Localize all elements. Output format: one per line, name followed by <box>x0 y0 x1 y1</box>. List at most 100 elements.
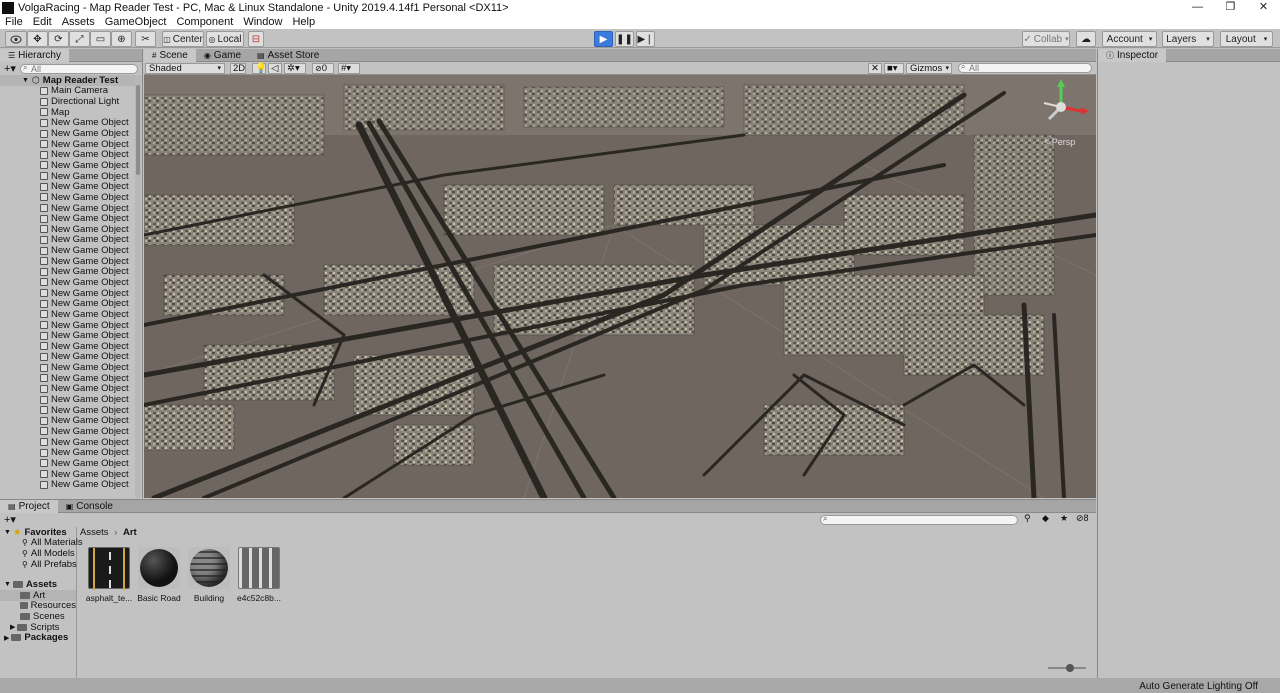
hierarchy-item[interactable]: New Game Object <box>0 351 135 362</box>
hierarchy-item[interactable]: New Game Object <box>0 234 135 245</box>
hierarchy-item[interactable]: New Game Object <box>0 373 135 384</box>
menu-gameobject[interactable]: GameObject <box>100 16 172 28</box>
folder-item[interactable]: Resources <box>0 600 76 611</box>
pivot-local-toggle[interactable]: ◎ Local <box>206 31 244 47</box>
tab-scene[interactable]: # Scene <box>144 48 196 62</box>
audio-toggle-icon[interactable]: ◁ <box>268 63 282 74</box>
hierarchy-item[interactable]: New Game Object <box>0 383 135 394</box>
hierarchy-item[interactable]: New Game Object <box>0 117 135 128</box>
asset-basic-road[interactable]: Basic Road <box>133 547 185 603</box>
hierarchy-item[interactable]: New Game Object <box>0 203 135 214</box>
hierarchy-item[interactable]: New Game Object <box>0 213 135 224</box>
hierarchy-item[interactable]: New Game Object <box>0 266 135 277</box>
pause-button[interactable]: ❚❚ <box>615 31 634 47</box>
scale-tool-icon[interactable]: ⤢ <box>69 31 90 47</box>
hierarchy-item[interactable]: New Game Object <box>0 171 135 182</box>
menu-file[interactable]: File <box>0 16 28 28</box>
hierarchy-search-input[interactable]: All <box>19 63 138 74</box>
pivot-center-toggle[interactable]: ◫ Center <box>162 31 204 47</box>
packages-header[interactable]: ▶ Packages <box>0 632 76 643</box>
filter-label-icon[interactable]: ◆ <box>1042 513 1049 524</box>
hierarchy-item[interactable]: New Game Object <box>0 330 135 341</box>
menu-assets[interactable]: Assets <box>57 16 100 28</box>
step-button[interactable]: ▶❘ <box>636 31 655 47</box>
minimize-button[interactable]: — <box>1181 0 1214 15</box>
lighting-toggle-icon[interactable]: 💡 <box>252 63 267 74</box>
project-create-dropdown[interactable]: +▾ <box>4 513 16 526</box>
hierarchy-item[interactable]: New Game Object <box>0 405 135 416</box>
breadcrumb-art[interactable]: Art <box>123 527 137 538</box>
tab-inspector[interactable]: ⓘ Inspector <box>1098 48 1167 62</box>
hierarchy-item[interactable]: New Game Object <box>0 415 135 426</box>
scene-viewport[interactable]: < Persp <box>144 75 1096 498</box>
layers-dropdown[interactable]: Layers ▾ <box>1162 31 1214 47</box>
hierarchy-item[interactable]: New Game Object <box>0 341 135 352</box>
scene-root-item[interactable]: ▼ ⬡ Map Reader Test <box>0 75 135 86</box>
filter-type-icon[interactable]: ⚲ <box>1024 513 1031 524</box>
menu-help[interactable]: Help <box>287 16 320 28</box>
tab-console[interactable]: ▣ Console <box>58 500 121 513</box>
project-search-input[interactable] <box>820 515 1018 525</box>
hierarchy-item[interactable]: Map <box>0 107 135 118</box>
hierarchy-item[interactable]: New Game Object <box>0 437 135 448</box>
2d-toggle[interactable]: 2D <box>230 63 246 74</box>
scene-search-input[interactable]: All <box>958 63 1092 73</box>
tab-game[interactable]: ◉ Game <box>196 49 249 62</box>
layout-dropdown[interactable]: Layout ▾ <box>1220 31 1273 47</box>
thumbnail-size-slider[interactable] <box>1048 664 1086 672</box>
hidden-packages-counter[interactable]: ⊘8 <box>1076 513 1089 524</box>
folder-item[interactable]: ▶ Scripts <box>0 622 76 633</box>
hierarchy-scrollbar[interactable] <box>135 75 141 498</box>
draw-mode-dropdown[interactable]: Shaded ▾ <box>145 63 225 74</box>
hierarchy-item[interactable]: New Game Object <box>0 469 135 480</box>
perspective-label[interactable]: < Persp <box>1044 137 1075 147</box>
hierarchy-item[interactable]: New Game Object <box>0 394 135 405</box>
favorites-header[interactable]: ▼ ★ Favorites <box>0 527 76 538</box>
hierarchy-item[interactable]: New Game Object <box>0 277 135 288</box>
hand-tool-icon[interactable] <box>5 31 27 47</box>
lighting-status[interactable]: Auto Generate Lighting Off <box>1139 681 1258 692</box>
folder-item[interactable]: Art <box>0 590 76 601</box>
hierarchy-item[interactable]: New Game Object <box>0 224 135 235</box>
hierarchy-item[interactable]: New Game Object <box>0 181 135 192</box>
cloud-icon[interactable]: ☁ <box>1076 31 1096 47</box>
grid-dropdown-icon[interactable]: #▾ <box>338 63 360 74</box>
rotate-tool-icon[interactable]: ⟳ <box>48 31 69 47</box>
hierarchy-item[interactable]: New Game Object <box>0 479 135 490</box>
menu-window[interactable]: Window <box>238 16 287 28</box>
tab-asset-store[interactable]: ▤ Asset Store <box>249 49 327 62</box>
custom-tool-icon[interactable]: ✂ <box>135 31 156 47</box>
move-tool-icon[interactable]: ✥ <box>27 31 48 47</box>
hierarchy-item[interactable]: New Game Object <box>0 298 135 309</box>
asset-building-texture[interactable]: e4c52c8b... <box>233 547 285 603</box>
hierarchy-item[interactable]: New Game Object <box>0 245 135 256</box>
asset-building[interactable]: Building <box>183 547 235 603</box>
hierarchy-item[interactable]: New Game Object <box>0 426 135 437</box>
tab-hierarchy[interactable]: ☰ Hierarchy <box>0 48 69 62</box>
hierarchy-item[interactable]: New Game Object <box>0 309 135 320</box>
collab-dropdown[interactable]: ✓ Collab ▾ <box>1022 31 1070 47</box>
hierarchy-item[interactable]: New Game Object <box>0 139 135 150</box>
close-button[interactable]: ✕ <box>1247 0 1280 15</box>
menu-edit[interactable]: Edit <box>28 16 57 28</box>
effects-dropdown-icon[interactable]: ✲▾ <box>284 63 306 74</box>
rect-tool-icon[interactable]: ▭ <box>90 31 111 47</box>
favorites-item[interactable]: ⚲ All Prefabs <box>0 559 77 570</box>
tab-project[interactable]: ▤ Project <box>0 499 58 513</box>
hierarchy-item[interactable]: Directional Light <box>0 96 135 107</box>
hierarchy-item[interactable]: Main Camera <box>0 85 135 96</box>
account-dropdown[interactable]: Account ▾ <box>1102 31 1157 47</box>
tools-icon[interactable]: ✕ <box>868 63 882 74</box>
gizmos-dropdown[interactable]: Gizmos ▾ <box>906 63 952 74</box>
assets-header[interactable]: ▼ Assets <box>0 579 76 590</box>
hierarchy-item[interactable]: New Game Object <box>0 320 135 331</box>
folder-item[interactable]: Scenes <box>0 611 76 622</box>
hierarchy-item[interactable]: New Game Object <box>0 362 135 373</box>
hierarchy-item[interactable]: New Game Object <box>0 192 135 203</box>
breadcrumb-assets[interactable]: Assets <box>80 527 109 538</box>
hierarchy-item[interactable]: New Game Object <box>0 128 135 139</box>
camera-dropdown-icon[interactable]: ■▾ <box>884 63 904 74</box>
menu-component[interactable]: Component <box>171 16 238 28</box>
favorites-item[interactable]: ⚲ All Models <box>0 548 76 559</box>
hierarchy-item[interactable]: New Game Object <box>0 447 135 458</box>
